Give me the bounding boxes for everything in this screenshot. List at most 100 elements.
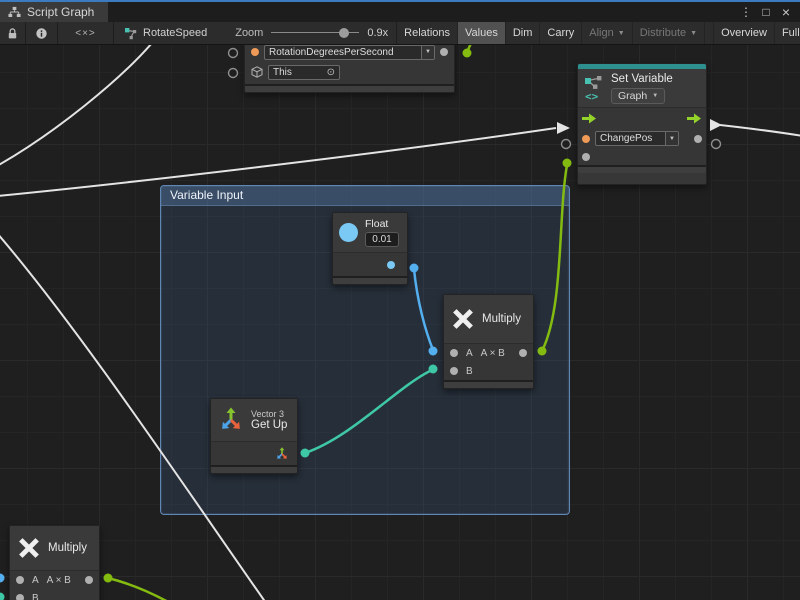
node-footer xyxy=(211,465,297,473)
port-flow-output[interactable] xyxy=(687,112,702,125)
node-footer xyxy=(444,380,533,388)
port-float-output[interactable] xyxy=(387,261,395,269)
port-a-input[interactable] xyxy=(16,576,24,584)
wire-endpoint xyxy=(563,159,572,168)
chevron-down-icon[interactable]: ▼ xyxy=(665,132,678,145)
variable-scope-dropdown[interactable]: Graph ▼ xyxy=(611,88,665,104)
relations-button[interactable]: Relations xyxy=(397,22,458,44)
graph-toolbar: <×> RotateSpeed Zoom 0.9x Relations Valu… xyxy=(0,22,800,45)
node-vector3-get-up[interactable]: Vector 3 Get Up xyxy=(210,398,298,474)
close-icon[interactable]: × xyxy=(778,4,794,20)
zoom-control: Zoom 0.9x xyxy=(217,27,396,39)
tab-title: Script Graph xyxy=(27,5,94,19)
window-menu-icon[interactable]: ⋮ xyxy=(738,5,754,19)
variable-name-dropdown[interactable]: ChangePos ▼ xyxy=(595,131,679,146)
port-result-label: A × B xyxy=(47,575,71,586)
graph-name: RotateSpeed xyxy=(143,27,207,39)
maximize-icon[interactable]: □ xyxy=(758,5,774,19)
zoom-value: 0.9x xyxy=(367,27,388,39)
align-button[interactable]: Align▼ xyxy=(582,22,632,44)
carry-button[interactable]: Carry xyxy=(540,22,582,44)
dim-button[interactable]: Dim xyxy=(506,22,541,44)
zoom-slider[interactable] xyxy=(271,27,359,39)
script-graph-icon xyxy=(8,6,21,18)
port-a-label: A xyxy=(32,575,39,586)
breadcrumb[interactable]: RotateSpeed xyxy=(114,27,217,40)
node-title: Float xyxy=(365,218,399,230)
wire-endpoint xyxy=(0,574,5,583)
chevron-down-icon: ▼ xyxy=(690,30,697,37)
node-set-variable[interactable]: <> Set Variable Graph ▼ xyxy=(577,63,707,185)
port-variable-name-input[interactable] xyxy=(251,48,259,56)
script-graph-window: Script Graph ⋮ □ × <×> xyxy=(0,0,800,600)
node-title: Multiply xyxy=(48,542,87,554)
port-a-label: A xyxy=(466,348,473,359)
graph-canvas[interactable]: Variable Input RotationDegreesPerSecond … xyxy=(0,45,800,600)
vector3-icon xyxy=(218,407,244,433)
wire-endpoint xyxy=(0,593,5,600)
multiply-icon xyxy=(17,536,41,560)
port-value-output[interactable] xyxy=(694,135,702,143)
port-b-input[interactable] xyxy=(16,594,24,600)
set-variable-icon: <> xyxy=(584,75,604,102)
port-unconnected[interactable] xyxy=(712,140,721,149)
wire-flow-incoming-top-left xyxy=(0,45,152,166)
port-new-value-input[interactable] xyxy=(582,153,590,161)
inspector-button[interactable] xyxy=(26,22,58,44)
port-variable-value-output[interactable] xyxy=(440,48,448,56)
zoom-slider-knob[interactable] xyxy=(339,28,349,38)
wire-rotation-variable-output xyxy=(467,45,476,53)
svg-text:<>: <> xyxy=(585,90,599,102)
node-float-literal[interactable]: Float 0.01 xyxy=(332,212,408,285)
fullscreen-button[interactable]: Full Screen xyxy=(775,22,800,44)
wire-multiply2-output xyxy=(108,578,170,600)
float-value-input[interactable]: 0.01 xyxy=(365,232,399,247)
node-multiply[interactable]: Multiply A A × B B xyxy=(443,294,534,389)
port-vector3-output[interactable] xyxy=(275,447,289,461)
values-button[interactable]: Values xyxy=(458,22,506,44)
wire-flow-from-set-variable xyxy=(720,125,800,136)
port-unconnected[interactable] xyxy=(229,69,238,78)
window-controls: ⋮ □ × xyxy=(738,2,800,22)
origin-button[interactable]: <×> xyxy=(58,22,114,44)
lock-icon xyxy=(6,27,19,40)
chevron-down-icon: ▼ xyxy=(652,93,658,99)
node-type-label: Vector 3 xyxy=(251,409,287,419)
wire-endpoint xyxy=(463,49,472,58)
node-multiply-2[interactable]: Multiply A A × B B xyxy=(9,525,100,600)
distribute-button[interactable]: Distribute▼ xyxy=(633,22,705,44)
port-variable-name-input[interactable] xyxy=(582,135,590,143)
port-result-output[interactable] xyxy=(519,349,527,357)
node-title: Get Up xyxy=(251,419,287,431)
port-a-input[interactable] xyxy=(450,349,458,357)
overview-button[interactable]: Overview xyxy=(713,22,775,44)
node-title: Multiply xyxy=(482,313,521,325)
game-object-icon xyxy=(251,66,263,78)
toolbar-buttons: Relations Values Dim Carry Align▼ Distri… xyxy=(396,22,800,44)
wire-arrowhead xyxy=(710,119,722,131)
port-unconnected[interactable] xyxy=(229,49,238,58)
group-header[interactable]: Variable Input xyxy=(161,186,569,206)
chevron-down-icon: ▼ xyxy=(618,30,625,37)
port-b-label: B xyxy=(32,593,39,600)
lock-button[interactable] xyxy=(0,22,26,44)
port-b-label: B xyxy=(466,366,473,377)
graph-asset-icon xyxy=(124,27,138,40)
chevron-down-icon[interactable]: ▼ xyxy=(421,46,434,59)
info-icon xyxy=(35,27,48,40)
node-footer xyxy=(578,165,706,173)
object-picker-icon[interactable]: ⊙ xyxy=(327,67,335,78)
zoom-label: Zoom xyxy=(235,27,263,39)
tab-script-graph[interactable]: Script Graph xyxy=(0,2,108,22)
variable-name-dropdown[interactable]: RotationDegreesPerSecond ▼ xyxy=(264,45,435,60)
node-get-variable[interactable]: RotationDegreesPerSecond ▼ This ⊙ xyxy=(244,45,455,93)
variable-name: RotationDegreesPerSecond xyxy=(265,46,421,59)
port-unconnected[interactable] xyxy=(562,140,571,149)
port-result-label: A × B xyxy=(481,348,505,359)
target-object-field[interactable]: This ⊙ xyxy=(268,65,340,80)
port-result-output[interactable] xyxy=(85,576,93,584)
tab-strip: Script Graph ⋮ □ × xyxy=(0,2,800,22)
port-b-input[interactable] xyxy=(450,367,458,375)
port-flow-input[interactable] xyxy=(582,112,597,125)
node-footer xyxy=(333,276,407,284)
